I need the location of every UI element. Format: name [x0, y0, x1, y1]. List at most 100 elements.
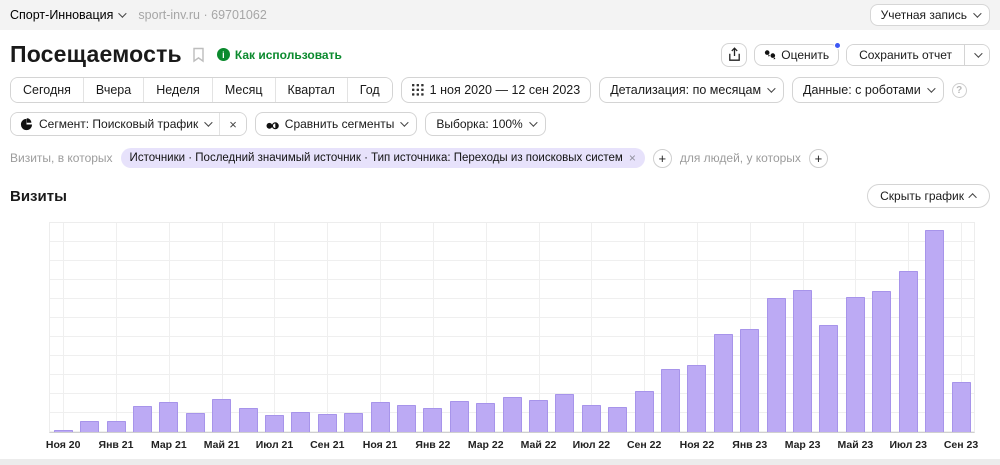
x-tick-label: Мар 22 [468, 439, 504, 451]
chart-column-июн-21 [235, 223, 261, 432]
chart-bar[interactable] [661, 369, 680, 432]
chart-bar[interactable] [635, 391, 654, 432]
counter-selector[interactable]: Спорт-Инновация [10, 8, 124, 22]
chart-bar[interactable] [371, 402, 390, 432]
save-report-group: Сохранить отчет [846, 44, 990, 66]
x-tick-label: Янв 23 [732, 439, 767, 451]
x-tick-label: Ноя 21 [363, 439, 398, 451]
chart-bar[interactable] [239, 408, 258, 432]
period-preset-4[interactable]: Квартал [275, 78, 347, 102]
chart-bar[interactable] [846, 297, 865, 432]
chart-bar[interactable] [159, 402, 178, 432]
help-icon[interactable]: ? [952, 83, 967, 98]
chart-bar[interactable] [80, 421, 99, 432]
chevron-down-icon [767, 84, 775, 92]
chart-column-ноя-22: Ноя 22 [684, 223, 710, 432]
chart-bar[interactable] [476, 403, 495, 432]
bookmark-icon[interactable] [192, 47, 205, 63]
filter-chip-label: Источники · Последний значимый источник … [130, 152, 623, 164]
people-filter-prefix: для людей, у которых [680, 151, 801, 165]
chart-bar[interactable] [423, 408, 442, 432]
add-visit-filter-button[interactable]: + [653, 149, 672, 168]
data-robots-dropdown[interactable]: Данные: с роботами [792, 77, 944, 103]
add-people-filter-button[interactable]: + [809, 149, 828, 168]
page-title: Посещаемость [10, 41, 182, 68]
period-preset-2[interactable]: Неделя [143, 78, 212, 102]
chart-bar[interactable] [529, 400, 548, 432]
notification-dot [834, 42, 841, 49]
x-tick-label: Сен 22 [627, 439, 661, 451]
chart-bar[interactable] [952, 382, 971, 432]
chart-column-апр-23 [816, 223, 842, 432]
chart-bar[interactable] [872, 291, 891, 432]
period-preset-1[interactable]: Вчера [83, 78, 143, 102]
segment-clear-button[interactable]: × [219, 113, 246, 135]
date-range-label: 1 ноя 2020 — 12 сен 2023 [430, 83, 581, 97]
chart-bar[interactable] [318, 414, 337, 432]
chevron-down-icon [204, 118, 212, 126]
chart-column-май-23: Май 23 [842, 223, 868, 432]
x-tick-label: Июл 22 [573, 439, 611, 451]
save-report-menu-button[interactable] [964, 45, 989, 65]
compare-segments-dropdown[interactable]: Сравнить сегменты [255, 112, 418, 136]
chart-column-фев-22 [446, 223, 472, 432]
detail-dropdown[interactable]: Детализация: по месяцам [599, 77, 784, 103]
chart-bar[interactable] [899, 271, 918, 432]
hide-chart-button[interactable]: Скрыть график [867, 184, 990, 208]
period-preset-0[interactable]: Сегодня [11, 78, 83, 102]
chart-bar[interactable] [687, 365, 706, 432]
filter-chip-remove-icon[interactable]: × [629, 151, 636, 165]
chart-bar[interactable] [450, 401, 469, 432]
chart-bar[interactable] [503, 397, 522, 432]
x-tick-label: Июл 23 [889, 439, 927, 451]
how-to-use-link[interactable]: i Как использовать [217, 48, 342, 62]
chart-title: Визиты [10, 188, 67, 205]
chart-bar[interactable] [819, 325, 838, 432]
chart-bar[interactable] [186, 413, 205, 432]
visits-filter-prefix: Визиты, в которых [10, 151, 113, 165]
account-label: Учетная запись [881, 8, 967, 22]
sampling-dropdown[interactable]: Выборка: 100% [425, 112, 545, 136]
period-preset-5[interactable]: Год [347, 78, 392, 102]
chart-bar[interactable] [265, 415, 284, 432]
chevron-down-icon [973, 9, 981, 17]
x-tick-label: Ноя 22 [680, 439, 715, 451]
counter-site: sport-inv.ru [138, 8, 200, 22]
compare-segments-label: Сравнить сегменты [285, 117, 395, 131]
rate-button[interactable]: Оценить [754, 44, 839, 66]
chart-bar[interactable] [793, 290, 812, 432]
period-preset-3[interactable]: Месяц [212, 78, 275, 102]
chart-bar[interactable] [397, 405, 416, 432]
chevron-up-icon [968, 193, 976, 201]
info-icon: i [217, 48, 230, 61]
chart-column-мар-22: Мар 22 [473, 223, 499, 432]
chart-bar[interactable] [714, 334, 733, 432]
chart-bar[interactable] [107, 421, 126, 432]
chart-bar[interactable] [925, 230, 944, 432]
chart-column-май-21: Май 21 [208, 223, 234, 432]
chart-bar[interactable] [767, 298, 786, 432]
share-button[interactable] [721, 43, 747, 67]
chart-bar[interactable] [54, 430, 73, 432]
segment-dropdown[interactable]: Сегмент: Поисковый трафик [11, 113, 219, 135]
chart-bar[interactable] [133, 406, 152, 432]
date-range-button[interactable]: 1 ноя 2020 — 12 сен 2023 [401, 77, 592, 103]
x-tick-label: Май 23 [838, 439, 874, 451]
chart-column-июн-22 [552, 223, 578, 432]
how-to-use-label: Как использовать [235, 48, 342, 62]
section-divider [0, 459, 1000, 465]
x-tick-label: Сен 23 [944, 439, 978, 451]
chart-bar[interactable] [212, 399, 231, 432]
chart-bar[interactable] [291, 412, 310, 432]
chart-column-окт-22 [657, 223, 683, 432]
filter-chip[interactable]: Источники · Последний значимый источник … [121, 148, 645, 168]
account-button[interactable]: Учетная запись [870, 4, 990, 26]
chart-bar[interactable] [608, 407, 627, 432]
compare-segments-icon [266, 118, 279, 130]
x-tick-label: Ноя 20 [46, 439, 81, 451]
chart-bar[interactable] [555, 394, 574, 432]
chart-bar[interactable] [582, 405, 601, 432]
save-report-button[interactable]: Сохранить отчет [847, 45, 964, 65]
chart-bar[interactable] [344, 413, 363, 432]
chart-bar[interactable] [740, 329, 759, 432]
